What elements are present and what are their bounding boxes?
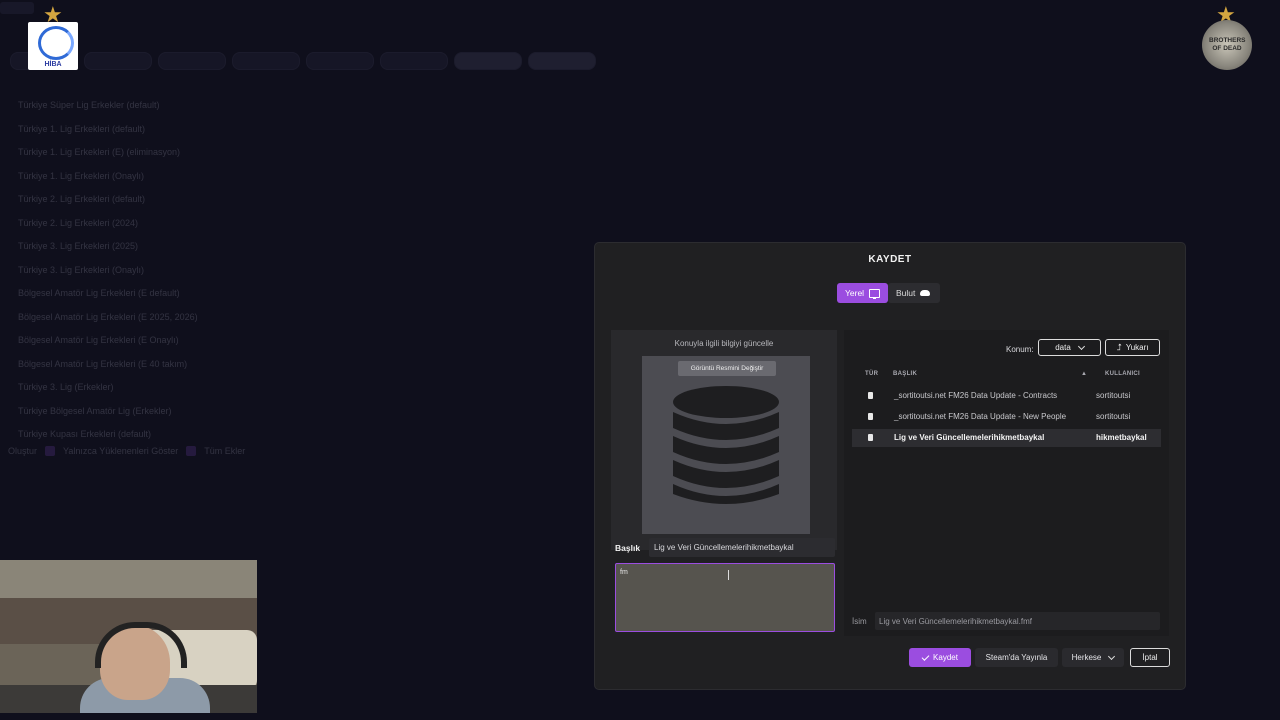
publish-steam-button[interactable]: Steam'da Yayınla [975, 648, 1058, 667]
background-list-item: Türkiye 3. Lig (Erkekler) [18, 382, 114, 392]
background-tab-row [10, 52, 596, 70]
background-list-item: Türkiye 1. Lig Erkekleri (Onaylı) [18, 170, 145, 181]
background-list-item: Türkiye 3. Lig Erkekleri (2025) [18, 241, 139, 251]
background-list-item: Bölgesel Amatör Lig Erkekleri (E Onaylı) [18, 335, 179, 345]
background-list: Türkiye Süper Lig Erkekler (default) Tür… [18, 98, 198, 451]
background-list-item: Bölgesel Amatör Lig Erkekleri (E 2025, 2… [18, 311, 198, 322]
file-row[interactable]: _sortitoutsi.net FM26 Data Update - Cont… [852, 387, 1161, 405]
background-filter-label: Oluştur [8, 446, 38, 456]
file-name: Lig ve Veri Güncellemelerihikmetbaykal [894, 433, 1045, 442]
monitor-icon [869, 288, 880, 299]
description-textarea[interactable]: fm [615, 563, 835, 632]
location-value: data [1055, 343, 1071, 352]
brothers-of-dead-logo: BROTHERS OF DEAD [1202, 20, 1252, 70]
background-top-button [0, 2, 34, 14]
background-tab [232, 52, 300, 70]
change-image-button[interactable]: Görüntü Resmini Değiştir [678, 361, 776, 376]
background-list-item: Türkiye 2. Lig Erkekleri (2024) [18, 217, 139, 228]
up-button-label: Yukarı [1125, 343, 1149, 352]
visibility-select[interactable]: Herkese [1062, 648, 1124, 667]
tab-cloud-label: Bulut [896, 288, 916, 298]
description-text: fm [620, 569, 628, 576]
file-user: sortitoutsi [1096, 391, 1131, 400]
background-list-item: Türkiye Bölgesel Amatör Lig (Erkekler) [18, 405, 172, 416]
cloud-icon [920, 290, 931, 296]
file-row[interactable]: _sortitoutsi.net FM26 Data Update - New … [852, 408, 1161, 426]
location-select[interactable]: data [1038, 339, 1101, 356]
preview-image: Görüntü Resmini Değiştir [642, 356, 810, 534]
file-icon [868, 392, 873, 399]
database-icon [673, 386, 779, 504]
hiba-logo: HİBA [28, 22, 78, 70]
visibility-value: Herkese [1071, 653, 1102, 662]
file-user: sortitoutsi [1096, 412, 1131, 421]
background-list-item: Türkiye Süper Lig Erkekler (default) [18, 100, 160, 110]
background-filter-row: Oluştur Yalnızca Yüklenenleri Göster Tüm… [8, 446, 245, 456]
checkbox-icon [45, 446, 56, 456]
location-label: Konum: [1006, 345, 1034, 354]
column-header-user[interactable]: KULLANICI [1105, 371, 1140, 377]
filename-input[interactable]: Lig ve Veri Güncellemelerihikmetbaykal.f… [875, 612, 1160, 630]
column-header-type[interactable]: TÜR [865, 371, 878, 377]
background-filter-label: Tüm Ekler [204, 446, 246, 456]
up-button[interactable]: ⮥ Yukarı [1105, 339, 1160, 356]
tab-local[interactable]: Yerel [837, 283, 888, 303]
brothers-of-dead-logo-text: BROTHERS OF DEAD [1209, 37, 1246, 52]
file-icon [868, 413, 873, 420]
details-panel: Konuyla ilgili bilgiyi güncelle Görüntü … [611, 330, 837, 550]
background-tab [528, 52, 596, 70]
file-icon [868, 434, 873, 441]
background-list-item: Türkiye 2. Lig Erkekleri (default) [18, 194, 146, 204]
background-list-item: Türkiye 3. Lig Erkekleri (Onaylı) [18, 264, 145, 275]
background-tab [306, 52, 374, 70]
file-user: hikmetbaykal [1096, 433, 1147, 442]
background-list-item: Türkiye 1. Lig Erkekleri (E) (eliminasyo… [18, 147, 181, 157]
save-button-label: Kaydet [933, 653, 958, 662]
background-list-item: Bölgesel Amatör Lig Erkekleri (E default… [18, 288, 180, 298]
background-list-item: Bölgesel Amatör Lig Erkekleri (E 40 takı… [18, 358, 188, 369]
filename-label: İsim [852, 617, 867, 626]
column-header-title[interactable]: BAŞLIK [893, 371, 917, 377]
file-name: _sortitoutsi.net FM26 Data Update - New … [894, 412, 1067, 421]
details-caption: Konuyla ilgili bilgiyi güncelle [674, 339, 774, 348]
chevron-down-icon [1108, 652, 1116, 660]
file-browser-panel: Konum: data ⮥ Yukarı TÜR BAŞLIK ▲ KULLAN… [844, 330, 1169, 636]
dialog-title: KAYDET [868, 254, 912, 265]
save-button[interactable]: Kaydet [909, 648, 971, 667]
background-tab [158, 52, 226, 70]
checkmark-icon [921, 652, 930, 661]
background-list-item: Türkiye 1. Lig Erkekleri (default) [18, 123, 146, 134]
background-tab [84, 52, 152, 70]
title-input[interactable]: Lig ve Veri Güncellemelerihikmetbaykal [649, 538, 835, 557]
hiba-logo-mark [38, 26, 74, 60]
title-label: Başlık [615, 543, 641, 553]
tab-local-label: Yerel [845, 288, 865, 298]
file-name: _sortitoutsi.net FM26 Data Update - Cont… [894, 391, 1058, 400]
tab-cloud[interactable]: Bulut [888, 283, 940, 303]
webcam-overlay [0, 560, 257, 713]
file-row-selected[interactable]: Lig ve Veri Güncellemelerihikmetbaykal h… [852, 429, 1161, 447]
cancel-button[interactable]: İptal [1130, 648, 1170, 667]
background-tab [454, 52, 522, 70]
checkbox-icon [186, 446, 197, 456]
chevron-down-icon [1077, 342, 1085, 350]
arrow-up-icon: ⮥ [1116, 342, 1122, 352]
background-filter-label: Yalnızca Yüklenenleri Göster [63, 446, 179, 456]
sort-ascending-icon[interactable]: ▲ [1081, 371, 1087, 377]
save-dialog: KAYDET Yerel Bulut Konuyla ilgili bilgiy… [595, 243, 1185, 689]
text-cursor-icon [728, 570, 729, 580]
hiba-logo-text: HİBA [44, 61, 62, 68]
background-tab [380, 52, 448, 70]
webcam-wall [0, 560, 257, 600]
